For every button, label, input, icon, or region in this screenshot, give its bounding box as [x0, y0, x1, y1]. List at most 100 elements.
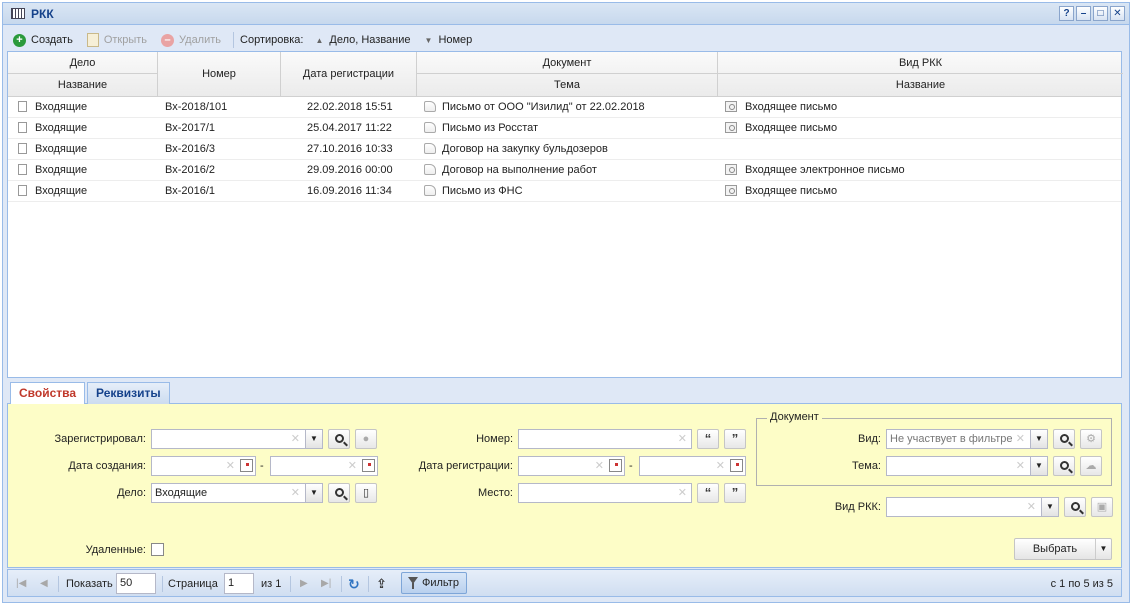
search-icon — [334, 434, 344, 443]
rkk-grid: Дело Название Номер Дата регистрации Док… — [7, 51, 1123, 378]
tab-properties[interactable]: Свойства — [10, 382, 86, 405]
cell-subject: Письмо из Росстат — [424, 118, 718, 138]
subject-cloud-button[interactable]: ☁ — [1080, 456, 1102, 476]
clear-icon[interactable]: ✕ — [291, 484, 300, 502]
date-range-dash: - — [260, 460, 264, 472]
cell-number: Вх-2016/2 — [165, 164, 216, 176]
cell-kind: Входящее электронное письмо — [725, 160, 1115, 180]
registered-by-combo[interactable]: ✕ ▼ — [151, 429, 323, 449]
delo-combo[interactable]: Входящие ✕ ▼ — [151, 483, 323, 503]
table-row[interactable]: Входящие Вх-2018/101 22.02.2018 15:51 Пи… — [8, 97, 1121, 118]
subject-search-button[interactable] — [1053, 456, 1075, 476]
delo-text: Входящие — [35, 164, 88, 176]
page-number-input[interactable]: 1 — [224, 573, 254, 594]
created-date-from[interactable]: ✕ — [151, 456, 256, 476]
open-button[interactable]: Открыть — [83, 30, 151, 50]
help-button[interactable]: ? — [1059, 6, 1074, 21]
table-row[interactable]: Входящие Вх-2016/2 29.09.2016 00:00 Дого… — [8, 160, 1121, 181]
export-icon[interactable]: ⇪ — [376, 574, 387, 594]
clear-icon[interactable]: ✕ — [678, 430, 687, 448]
refresh-icon[interactable]: ↻ — [348, 574, 360, 594]
filter-button[interactable]: Фильтр — [401, 572, 467, 594]
kind-settings-button[interactable]: ⚙ — [1080, 429, 1102, 449]
chevron-down-icon[interactable]: ▼ — [1030, 457, 1047, 475]
rkk-kind-card-button[interactable]: ▣ — [1091, 497, 1113, 517]
close-button[interactable]: ✕ — [1110, 6, 1125, 21]
sort-delo-name[interactable]: ▲ Дело, Название — [315, 34, 410, 46]
registered-by-search-button[interactable] — [328, 429, 350, 449]
create-label: Создать — [31, 34, 73, 46]
pager-separator — [162, 576, 163, 592]
pager-separator — [290, 576, 291, 592]
number-quote-open-button[interactable]: “ — [697, 429, 719, 449]
clear-icon[interactable]: ✕ — [1016, 457, 1025, 475]
clear-icon[interactable]: ✕ — [348, 457, 357, 475]
rkk-kind-combo[interactable]: ✕ ▼ — [886, 497, 1059, 517]
header-rkk-name[interactable]: Название — [718, 74, 1123, 96]
user-button[interactable]: ● — [355, 429, 377, 449]
rkk-kind-search-button[interactable] — [1064, 497, 1086, 517]
chevron-down-icon[interactable]: ▼ — [305, 430, 322, 448]
cell-subject: Письмо от ООО "Изилид" от 22.02.2018 — [424, 97, 718, 117]
clear-icon[interactable]: ✕ — [226, 457, 235, 475]
tab-requisites[interactable]: Реквизиты — [87, 382, 170, 404]
header-rkk-kind[interactable]: Вид РКК — [718, 52, 1123, 74]
delo-card-button[interactable]: ▯ — [355, 483, 377, 503]
chevron-down-icon[interactable]: ▼ — [305, 484, 322, 502]
table-row[interactable]: Входящие Вх-2016/1 16.09.2016 11:34 Пись… — [8, 181, 1121, 202]
place-quote-close-button[interactable]: ” — [724, 483, 746, 503]
header-delo-name[interactable]: Название — [8, 74, 158, 96]
chevron-down-icon[interactable]: ▼ — [1041, 498, 1058, 516]
chevron-down-icon[interactable]: ▼ — [1095, 539, 1111, 559]
created-date-to[interactable]: ✕ — [270, 456, 378, 476]
next-page-icon[interactable]: ▶ — [300, 574, 308, 594]
header-number[interactable]: Номер — [158, 52, 281, 96]
chevron-down-icon[interactable]: ▼ — [1030, 430, 1047, 448]
prev-page-icon[interactable]: ◀ — [40, 574, 48, 594]
page-size-input[interactable]: 50 — [116, 573, 156, 594]
calendar-icon[interactable] — [240, 459, 253, 472]
calendar-icon[interactable] — [362, 459, 375, 472]
first-page-icon[interactable]: |◀ — [16, 574, 26, 594]
reg-date-from[interactable]: ✕ — [518, 456, 625, 476]
reg-date-to[interactable]: ✕ — [639, 456, 746, 476]
subject-combo[interactable]: ✕ ▼ — [886, 456, 1048, 476]
kind-combo[interactable]: Не участвует в фильтре ✕ ▼ — [886, 429, 1048, 449]
cell-subject: Договор на выполнение работ — [424, 160, 718, 180]
table-row[interactable]: Входящие Вх-2017/1 25.04.2017 11:22 Пись… — [8, 118, 1121, 139]
rkk-kind-label: Вид РКК: — [834, 501, 881, 513]
header-document[interactable]: Документ — [417, 52, 718, 74]
place-input[interactable]: ✕ — [518, 483, 692, 503]
minimize-button[interactable]: – — [1076, 6, 1091, 21]
header-delo[interactable]: Дело — [8, 52, 158, 74]
last-page-icon[interactable]: ▶| — [321, 574, 331, 594]
place-quote-open-button[interactable]: “ — [697, 483, 719, 503]
delo-text: Входящие — [35, 185, 88, 197]
number-input[interactable]: ✕ — [518, 429, 692, 449]
kind-search-button[interactable] — [1053, 429, 1075, 449]
open-label: Открыть — [103, 34, 148, 46]
number-quote-close-button[interactable]: ” — [724, 429, 746, 449]
sort-number[interactable]: ▼ Номер — [425, 34, 473, 46]
window-controls: ? – □ ✕ — [1059, 6, 1125, 21]
clear-icon[interactable]: ✕ — [716, 457, 725, 475]
table-row[interactable]: Входящие Вх-2016/3 27.10.2016 10:33 Дого… — [8, 139, 1121, 160]
create-button[interactable]: + Создать — [9, 30, 77, 50]
clear-icon[interactable]: ✕ — [595, 457, 604, 475]
clear-icon[interactable]: ✕ — [1016, 430, 1025, 448]
subject-text: Договор на закупку бульдозеров — [442, 143, 608, 155]
clear-icon[interactable]: ✕ — [678, 484, 687, 502]
header-doc-subject[interactable]: Тема — [417, 74, 718, 96]
select-button[interactable]: Выбрать ▼ — [1014, 538, 1112, 560]
clear-icon[interactable]: ✕ — [1027, 498, 1036, 516]
deleted-checkbox[interactable] — [151, 543, 164, 556]
clear-icon[interactable]: ✕ — [291, 430, 300, 448]
plus-icon: + — [13, 33, 26, 47]
maximize-button[interactable]: □ — [1093, 6, 1108, 21]
calendar-icon[interactable] — [730, 459, 743, 472]
kind-text: Входящее электронное письмо — [745, 164, 905, 176]
calendar-icon[interactable] — [609, 459, 622, 472]
header-reg-date[interactable]: Дата регистрации — [281, 52, 417, 96]
delete-button[interactable]: – Удалить — [157, 30, 225, 50]
delo-search-button[interactable] — [328, 483, 350, 503]
